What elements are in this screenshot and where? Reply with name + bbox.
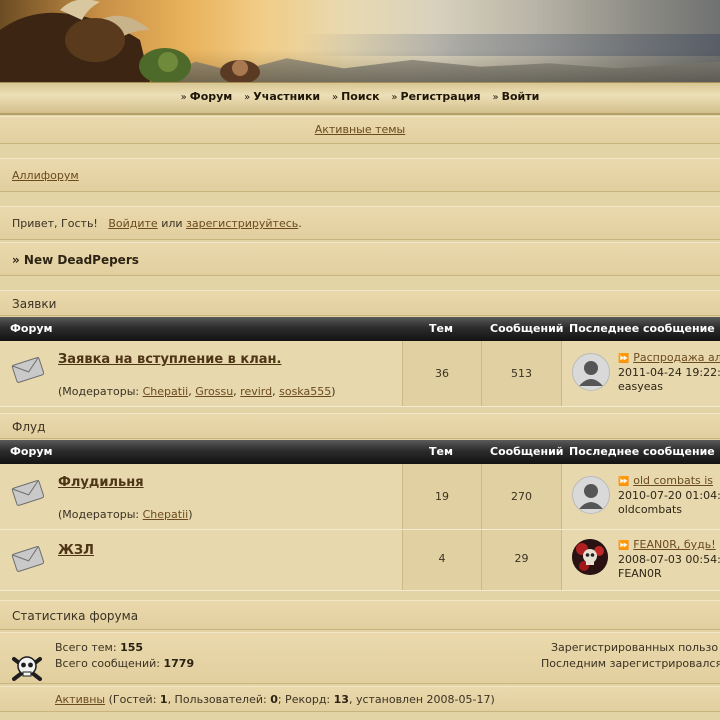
moderator-link[interactable]: Grossu	[195, 385, 233, 398]
double-chevron-icon: »	[180, 92, 187, 103]
greeting-bar: Привет, Гость! Войдите или зарегистрируй…	[0, 206, 720, 240]
header-posts: Сообщений	[490, 445, 564, 458]
header-topics: Тем	[429, 322, 453, 335]
category-title-flood: Флуд	[0, 413, 720, 439]
last-post-date: 2011-04-24 19:22:	[618, 366, 720, 379]
header-forum: Форум	[10, 445, 53, 458]
header-posts: Сообщений	[490, 322, 564, 335]
moderators: (Модераторы: Chepatii, Grossu, revird, s…	[58, 385, 336, 398]
header-last-post: Последнее сообщение	[569, 445, 715, 458]
breadcrumb-home-link[interactable]: Аллифорум	[12, 169, 79, 182]
breadcrumb: Аллифорум	[0, 158, 720, 192]
last-post-user: FEAN0R	[618, 567, 662, 580]
banner-artwork	[0, 0, 260, 82]
post-count: 29	[514, 552, 529, 565]
avatar[interactable]	[572, 539, 608, 575]
forum-row: Флудильня (Модераторы: Chepatii) 19 270 …	[0, 464, 720, 530]
last-post-date: 2010-07-20 01:04:	[618, 489, 720, 502]
avatar[interactable]	[572, 476, 610, 514]
last-post-user: oldcombats	[618, 503, 683, 516]
active-topics-link[interactable]: Активные темы	[315, 123, 406, 136]
default-user-icon	[579, 361, 603, 386]
stats-registered: Зарегистрированных пользо	[551, 641, 719, 654]
topic-count: 4	[438, 552, 446, 565]
stats-total-topics: Всего тем: 155	[55, 641, 144, 654]
nav-search[interactable]: » Поиск	[332, 83, 380, 111]
forum-table-header: Форум Тем Сообщений Последнее сообщение	[0, 440, 720, 464]
double-chevron-icon: »	[391, 92, 398, 103]
active-topics-bar: Активные темы	[0, 116, 720, 144]
envelope-icon	[11, 479, 45, 506]
nav-forum[interactable]: » Форум	[181, 83, 233, 111]
post-count: 270	[511, 490, 532, 503]
double-chevron-icon: »	[492, 92, 499, 103]
topic-count: 36	[435, 367, 449, 380]
last-post-date: 2008-07-03 00:54:	[618, 553, 720, 566]
moderator-link[interactable]: revird	[240, 385, 272, 398]
greeting-or: или	[161, 217, 183, 230]
goto-post-icon[interactable]: ⏩	[618, 477, 629, 487]
goto-post-icon[interactable]: ⏩	[618, 354, 629, 364]
forum-link[interactable]: ЖЗЛ	[58, 543, 94, 558]
envelope-icon	[11, 545, 45, 572]
nav-register[interactable]: » Регистрация	[391, 83, 480, 111]
stats-total-posts: Всего сообщений: 1779	[55, 657, 195, 670]
topic-count: 19	[435, 490, 449, 503]
header-topics: Тем	[429, 445, 453, 458]
last-post-link[interactable]: Распродажа ал	[633, 351, 720, 364]
forum-row: ЖЗЛ 4 29 ⏩ FEAN0R, будь! 2008-07-03 00:54…	[0, 530, 720, 591]
double-chevron-icon: »	[331, 92, 339, 103]
stats-title: Статистика форума	[0, 600, 720, 630]
moderator-link[interactable]: Chepatii	[143, 385, 189, 398]
nav-login[interactable]: » Войти	[492, 83, 539, 111]
moderators: (Модераторы: Chepatii)	[58, 508, 193, 521]
greeting-text: Привет, Гость!	[12, 217, 98, 230]
forum-row: Заявка на вступление в клан. (Модераторы…	[0, 341, 720, 407]
moderator-link[interactable]: soska555	[279, 385, 331, 398]
last-post-link[interactable]: FEAN0R, будь!	[633, 538, 715, 551]
stats-panel: Всего тем: 155 Всего сообщений: 1779 Зар…	[0, 632, 720, 684]
header-last-post: Последнее сообщение	[569, 322, 715, 335]
skull-avatar-icon	[572, 539, 608, 575]
active-users-link[interactable]: Активны	[55, 693, 105, 706]
moderator-link[interactable]: Chepatii	[143, 508, 189, 521]
forum-link[interactable]: Флудильня	[58, 475, 144, 490]
envelope-icon	[11, 356, 45, 383]
nav-members[interactable]: » Участники	[244, 83, 320, 111]
forum-link[interactable]: Заявка на вступление в клан.	[58, 352, 281, 367]
goto-post-icon[interactable]: ⏩	[618, 541, 629, 551]
category-title-applications: Заявки	[0, 290, 720, 316]
header-forum: Форум	[10, 322, 53, 335]
stats-online: Активны (Гостей: 1, Пользователей: 0; Ре…	[0, 686, 720, 712]
double-chevron-icon: »	[244, 92, 251, 103]
main-nav: » Форум » Участники » Поиск » Регистрация » В…	[0, 82, 720, 115]
avatar[interactable]	[572, 353, 610, 391]
last-post-user: easyeas	[618, 380, 663, 393]
forum-table-header: Форум Тем Сообщений Последнее сообщение	[0, 317, 720, 341]
login-link[interactable]: Войдите	[108, 217, 157, 230]
stats-last-registered: Последним зарегистрировался	[541, 657, 720, 670]
last-post-link[interactable]: old combats is	[633, 474, 713, 487]
header-banner	[0, 0, 720, 82]
board-title: » New DeadPepers	[0, 242, 720, 276]
post-count: 513	[511, 367, 532, 380]
default-user-icon	[579, 484, 603, 509]
skull-crossbones-icon	[12, 656, 42, 681]
register-link[interactable]: зарегистрируйтесь	[186, 217, 298, 230]
